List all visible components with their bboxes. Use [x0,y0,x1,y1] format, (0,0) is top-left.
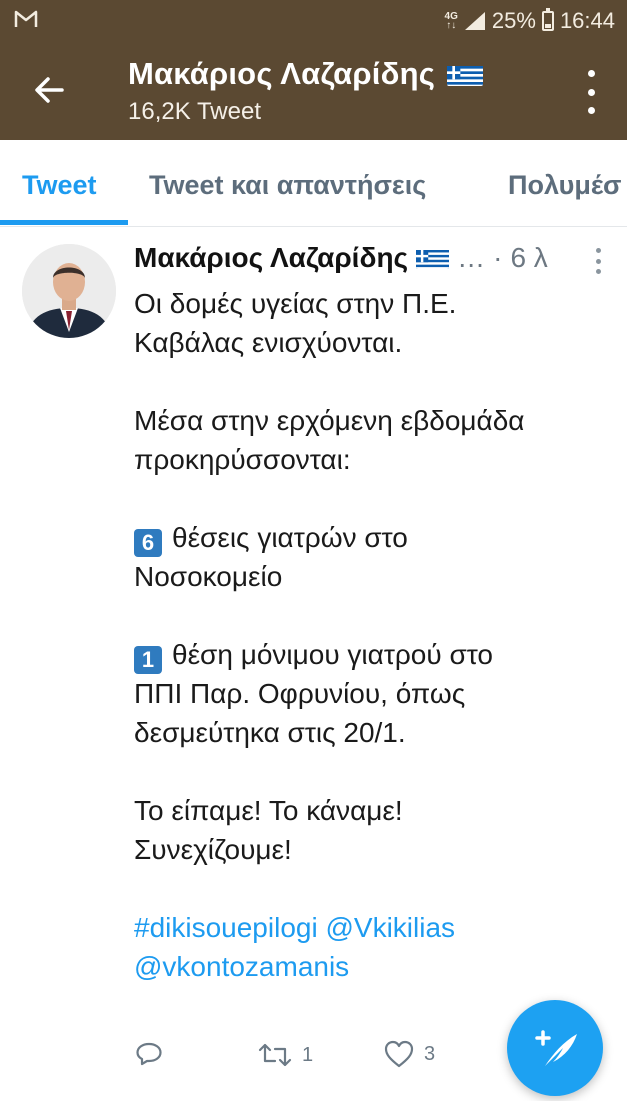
tweet-line: 6 θέσεις γιατρών στο [134,518,604,557]
back-arrow-icon[interactable] [28,68,72,112]
retweet-icon [258,1043,292,1067]
tweet-line: προκηρύσσονται: [134,444,351,475]
reply-icon [136,1042,162,1066]
tweet-author[interactable]: Μακάριος Λαζαρίδης [134,242,408,274]
retweet-count: 1 [302,1043,314,1066]
reply-button[interactable] [134,1040,164,1070]
signal-icon [464,12,485,30]
tweet-line: 1 θέση μόνιμου γιατρού στο [134,635,604,674]
tweet-count: 16,2K Tweet [128,98,261,125]
avatar[interactable] [22,244,116,338]
tweet-header: Μακάριος Λαζαρίδης … · 6 λ [134,242,548,274]
tab-media[interactable]: Πολυμέσ [508,170,621,201]
hashtag-link[interactable]: #dikisouepilogi [134,912,318,943]
tweet-line: #dikisouepilogi @Vkikilias [134,908,604,947]
gmail-notification-icon [14,10,38,27]
retweet-button[interactable]: 1 [258,1040,313,1070]
battery-icon [541,8,554,31]
heart-icon [384,1040,414,1068]
greek-flag-icon [416,247,450,269]
tab-tweets-and-replies[interactable]: Tweet και απαντήσεις [149,170,426,201]
like-button[interactable]: 3 [384,1040,435,1068]
clock: 16:44 [559,8,615,33]
tweet-line: ΠΠΙ Παρ. Οφρυνίου, όπως [134,678,466,709]
tweet-line: Καβάλας ενισχύονται. [134,327,403,358]
tweet-actions: 1 3 [134,1040,494,1074]
handle-ellipsis: … [457,242,486,273]
mention-link[interactable]: @Vkikilias [325,912,455,943]
status-bar: 4G ↑↓ 25% 16:44 [0,0,627,42]
profile-name-row: Μακάριος Λαζαρίδης [128,56,484,92]
keycap-six-emoji: 6 [134,529,162,557]
overflow-menu-icon[interactable] [583,70,599,114]
tweet-more-icon[interactable] [594,248,602,274]
tweet-text: Οι δομές υγείας στην Π.Ε. Καβάλας ενισχύ… [134,284,604,986]
tab-tweets[interactable]: Tweet [22,170,97,201]
tweet-line: Νοσοκομείο [134,561,283,592]
battery-percent: 25% [491,8,536,33]
network-type: 4G ↑↓ [444,11,458,31]
tweet-line: Το είπαμε! Το κάναμε! [134,795,403,826]
mention-link[interactable]: @vkontozamanis [134,951,349,982]
tweet[interactable]: Μακάριος Λαζαρίδης … · 6 λ Οι δομές υγεί… [0,226,627,1100]
app-bar: Μακάριος Λαζαρίδης 16,2K Tweet [0,42,627,140]
tweet-line: Συνεχίζουμε! [134,834,292,865]
keycap-one-emoji: 1 [134,646,162,674]
separator-dot: · [493,242,503,273]
profile-name: Μακάριος Λαζαρίδης [128,56,436,91]
tweet-line: Μέσα στην ερχόμενη εβδομάδα [134,405,525,436]
profile-tabs: Tweet Tweet και απαντήσεις Πολυμέσ [0,140,627,227]
tweet-timestamp[interactable]: 6 λ [510,242,547,274]
active-tab-indicator [0,220,128,225]
tweet-line: δεσμεύτηκα στις 20/1. [134,717,406,748]
tweet-line: @vkontozamanis [134,947,604,986]
profile-header: Μακάριος Λαζαρίδης 16,2K Tweet [128,56,484,126]
compose-tweet-button[interactable] [507,1000,603,1096]
compose-feather-icon [535,1030,577,1066]
like-count: 3 [424,1042,436,1065]
greek-flag-icon [447,62,484,86]
tweet-line: Οι δομές υγείας στην Π.Ε. [134,288,457,319]
